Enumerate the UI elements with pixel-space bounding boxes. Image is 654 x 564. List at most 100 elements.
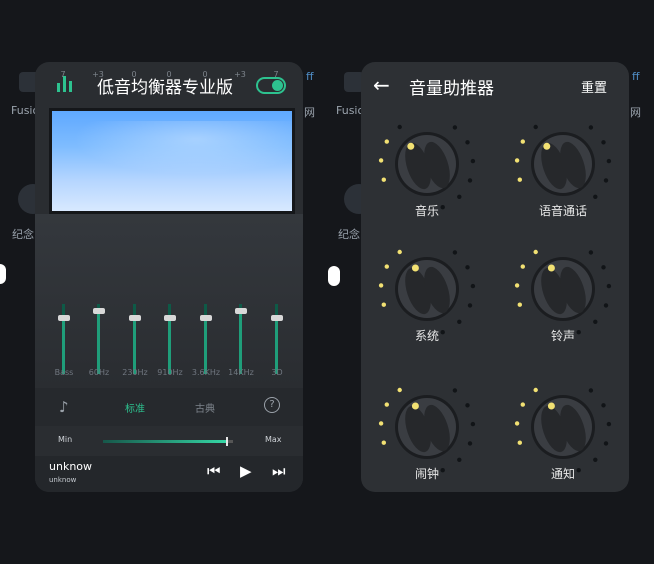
level-dot bbox=[467, 178, 473, 183]
volume-booster-card[interactable]: ← 音量助推器 重置 音乐 语音通话 系统 铃声 闹钟 通知 bbox=[361, 62, 629, 492]
band-slider-handle[interactable] bbox=[271, 315, 283, 321]
range-min-label: Min bbox=[58, 435, 73, 444]
band-gain-label: +3 bbox=[234, 70, 246, 79]
level-dot bbox=[465, 265, 470, 270]
bg-app-label: 纪念 bbox=[12, 228, 34, 241]
band-slider-handle[interactable] bbox=[235, 308, 247, 314]
level-dot bbox=[384, 139, 389, 144]
back-arrow-icon[interactable]: ← bbox=[373, 73, 390, 97]
song-artist: unknow bbox=[49, 476, 77, 484]
level-dot bbox=[520, 139, 525, 144]
band-gain-label: +3 bbox=[92, 70, 104, 79]
music-note-icon[interactable]: ♪ bbox=[59, 398, 69, 416]
band-frequency-label: 230Hz bbox=[122, 368, 148, 377]
knob-label: 音乐 bbox=[414, 204, 439, 218]
bg-app-label: 纪念 bbox=[338, 228, 360, 241]
level-dot bbox=[384, 264, 389, 269]
reset-button[interactable]: 重置 bbox=[581, 77, 607, 96]
level-dot bbox=[514, 158, 520, 163]
band-slider-handle[interactable] bbox=[164, 315, 176, 321]
help-icon[interactable]: ? bbox=[264, 397, 280, 413]
knob-label: 语音通话 bbox=[538, 204, 587, 218]
band-gain-label: 7 bbox=[273, 70, 279, 79]
volume-knob[interactable]: 铃声 bbox=[513, 247, 613, 347]
level-dot bbox=[514, 421, 520, 426]
level-dot bbox=[514, 283, 520, 288]
level-dot bbox=[381, 177, 386, 182]
level-dot bbox=[533, 124, 538, 130]
level-dot bbox=[517, 177, 522, 182]
volume-header: ← 音量助推器 重置 bbox=[361, 62, 629, 110]
volume-knob[interactable]: 系统 bbox=[377, 247, 477, 347]
level-dot bbox=[520, 264, 525, 269]
band-slider-handle[interactable] bbox=[200, 315, 212, 321]
level-dot bbox=[384, 402, 389, 407]
level-dot bbox=[470, 421, 476, 427]
volume-title: 音量助推器 bbox=[409, 79, 494, 99]
level-dot bbox=[397, 249, 402, 255]
band-slider-track[interactable] bbox=[239, 304, 242, 374]
equalizer-card[interactable]: 低音均衡器专业版 ♪ 标准 古典 ? Min Max unknow unknow… bbox=[35, 62, 303, 492]
band-slider-handle[interactable] bbox=[129, 315, 141, 321]
knob-indicator bbox=[411, 264, 419, 272]
level-dot bbox=[533, 387, 538, 393]
level-dot bbox=[378, 421, 384, 426]
level-dot bbox=[517, 440, 522, 445]
level-dot bbox=[470, 283, 476, 289]
level-dot bbox=[465, 403, 470, 408]
band-slider-fill bbox=[239, 311, 242, 374]
bg-fragment: 网 bbox=[630, 106, 641, 119]
level-dot bbox=[457, 194, 462, 199]
level-dot bbox=[452, 125, 458, 130]
knob-indicator bbox=[411, 402, 419, 410]
level-dot bbox=[381, 440, 386, 445]
level-dot bbox=[467, 303, 473, 308]
volume-knob[interactable]: 闹钟 bbox=[377, 385, 477, 485]
equalizer-header: 低音均衡器专业版 bbox=[35, 62, 303, 106]
preset-classical-tab[interactable]: 古典 bbox=[195, 400, 215, 415]
level-dot bbox=[603, 178, 609, 183]
level-dot bbox=[588, 250, 594, 255]
level-dot bbox=[457, 457, 462, 462]
bass-boost-slider[interactable] bbox=[103, 437, 233, 446]
previous-track-icon[interactable]: ⏮ bbox=[207, 464, 221, 479]
knob-indicator bbox=[547, 264, 555, 272]
visualizer-panel bbox=[49, 108, 295, 214]
knob-label: 系统 bbox=[414, 329, 439, 343]
bg-edge-handle bbox=[0, 264, 6, 284]
level-dot bbox=[452, 250, 458, 255]
level-dot bbox=[378, 158, 384, 163]
band-slider-handle[interactable] bbox=[58, 315, 70, 321]
band-slider-fill bbox=[133, 318, 136, 374]
bg-fragment: 网 bbox=[304, 106, 315, 119]
mini-player[interactable]: unknow unknow ⏮ ▶ ⏭ bbox=[35, 456, 303, 492]
bass-boost-row: Min Max bbox=[35, 426, 303, 456]
bass-boost-thumb[interactable] bbox=[225, 437, 228, 446]
level-dot bbox=[520, 402, 525, 407]
preset-standard-tab[interactable]: 标准 bbox=[125, 400, 145, 415]
song-title: unknow bbox=[49, 460, 93, 473]
level-dot bbox=[533, 249, 538, 255]
band-frequency-label: 3.6KHz bbox=[191, 368, 221, 377]
knob-indicator bbox=[407, 142, 415, 150]
volume-knob[interactable]: 音乐 bbox=[377, 122, 477, 222]
knob-indicator bbox=[543, 142, 551, 150]
band-slider-fill bbox=[168, 318, 171, 374]
range-max-label: Max bbox=[265, 435, 282, 444]
level-dot bbox=[517, 302, 522, 307]
level-dot bbox=[465, 140, 470, 145]
play-icon[interactable]: ▶ bbox=[240, 464, 252, 479]
level-dot bbox=[601, 140, 606, 145]
volume-knob[interactable]: 通知 bbox=[513, 385, 613, 485]
next-track-icon[interactable]: ⏭ bbox=[272, 464, 286, 479]
level-dot bbox=[588, 125, 594, 130]
band-slider-track[interactable] bbox=[97, 304, 100, 374]
preset-row: ♪ 标准 古典 ? bbox=[35, 388, 303, 426]
equalizer-enable-toggle[interactable] bbox=[256, 77, 286, 94]
band-slider-handle[interactable] bbox=[93, 308, 105, 314]
knob-label: 通知 bbox=[550, 467, 575, 481]
band-frequency-label: 14KHz bbox=[228, 368, 254, 377]
knob-label: 铃声 bbox=[550, 329, 575, 343]
level-dot bbox=[603, 441, 609, 446]
volume-knob[interactable]: 语音通话 bbox=[513, 122, 613, 222]
